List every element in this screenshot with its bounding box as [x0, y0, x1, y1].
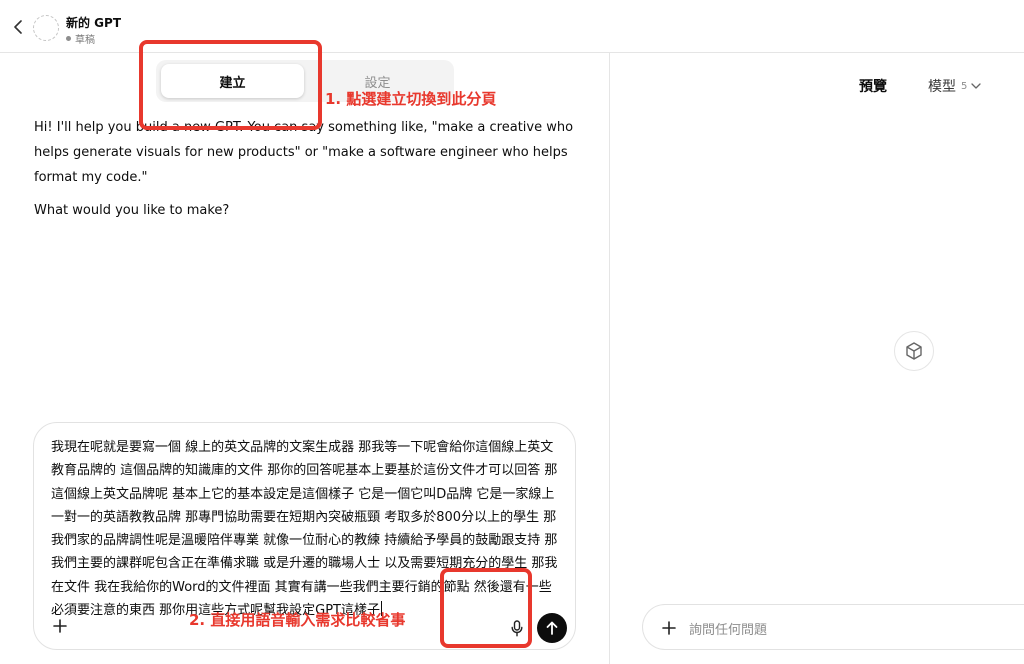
back-button[interactable]: [9, 18, 27, 36]
preview-input-placeholder: 詢問任何問題: [689, 623, 768, 638]
chevron-left-icon: [14, 20, 22, 34]
gpt-avatar-placeholder[interactable]: [33, 15, 59, 41]
pane-divider: [609, 53, 610, 664]
cube-icon: [906, 342, 922, 360]
model-selector[interactable]: 模型 5: [928, 76, 982, 96]
gpt-name: 新的 GPT: [66, 16, 122, 30]
gpt-placeholder-icon-circle: [894, 331, 934, 371]
annotation-step1-text: 1. 點選建立切換到此分頁: [325, 90, 497, 108]
draft-status: 草稿: [66, 31, 95, 46]
annotation-box-microphone: [440, 568, 532, 648]
preview-title: 預覽: [859, 79, 887, 95]
annotation-step2-text: 2. 直接用語音輸入需求比較省事: [189, 611, 406, 629]
preview-chat-input[interactable]: 詢問任何問題: [642, 604, 1024, 650]
add-attachment-button[interactable]: [50, 616, 70, 636]
chevron-down-icon: [971, 83, 982, 89]
plus-icon: [662, 621, 676, 635]
preview-add-button[interactable]: [659, 618, 679, 638]
model-version: 5: [961, 80, 968, 92]
annotation-box-create-tab: [139, 40, 322, 130]
model-label: 模型: [928, 79, 956, 95]
assistant-question-message: What would you like to make?: [34, 203, 230, 218]
send-button[interactable]: [537, 613, 567, 643]
arrow-up-icon: [546, 621, 558, 635]
status-dot-icon: [66, 36, 71, 41]
draft-status-label: 草稿: [75, 35, 95, 46]
plus-icon: [53, 619, 67, 633]
